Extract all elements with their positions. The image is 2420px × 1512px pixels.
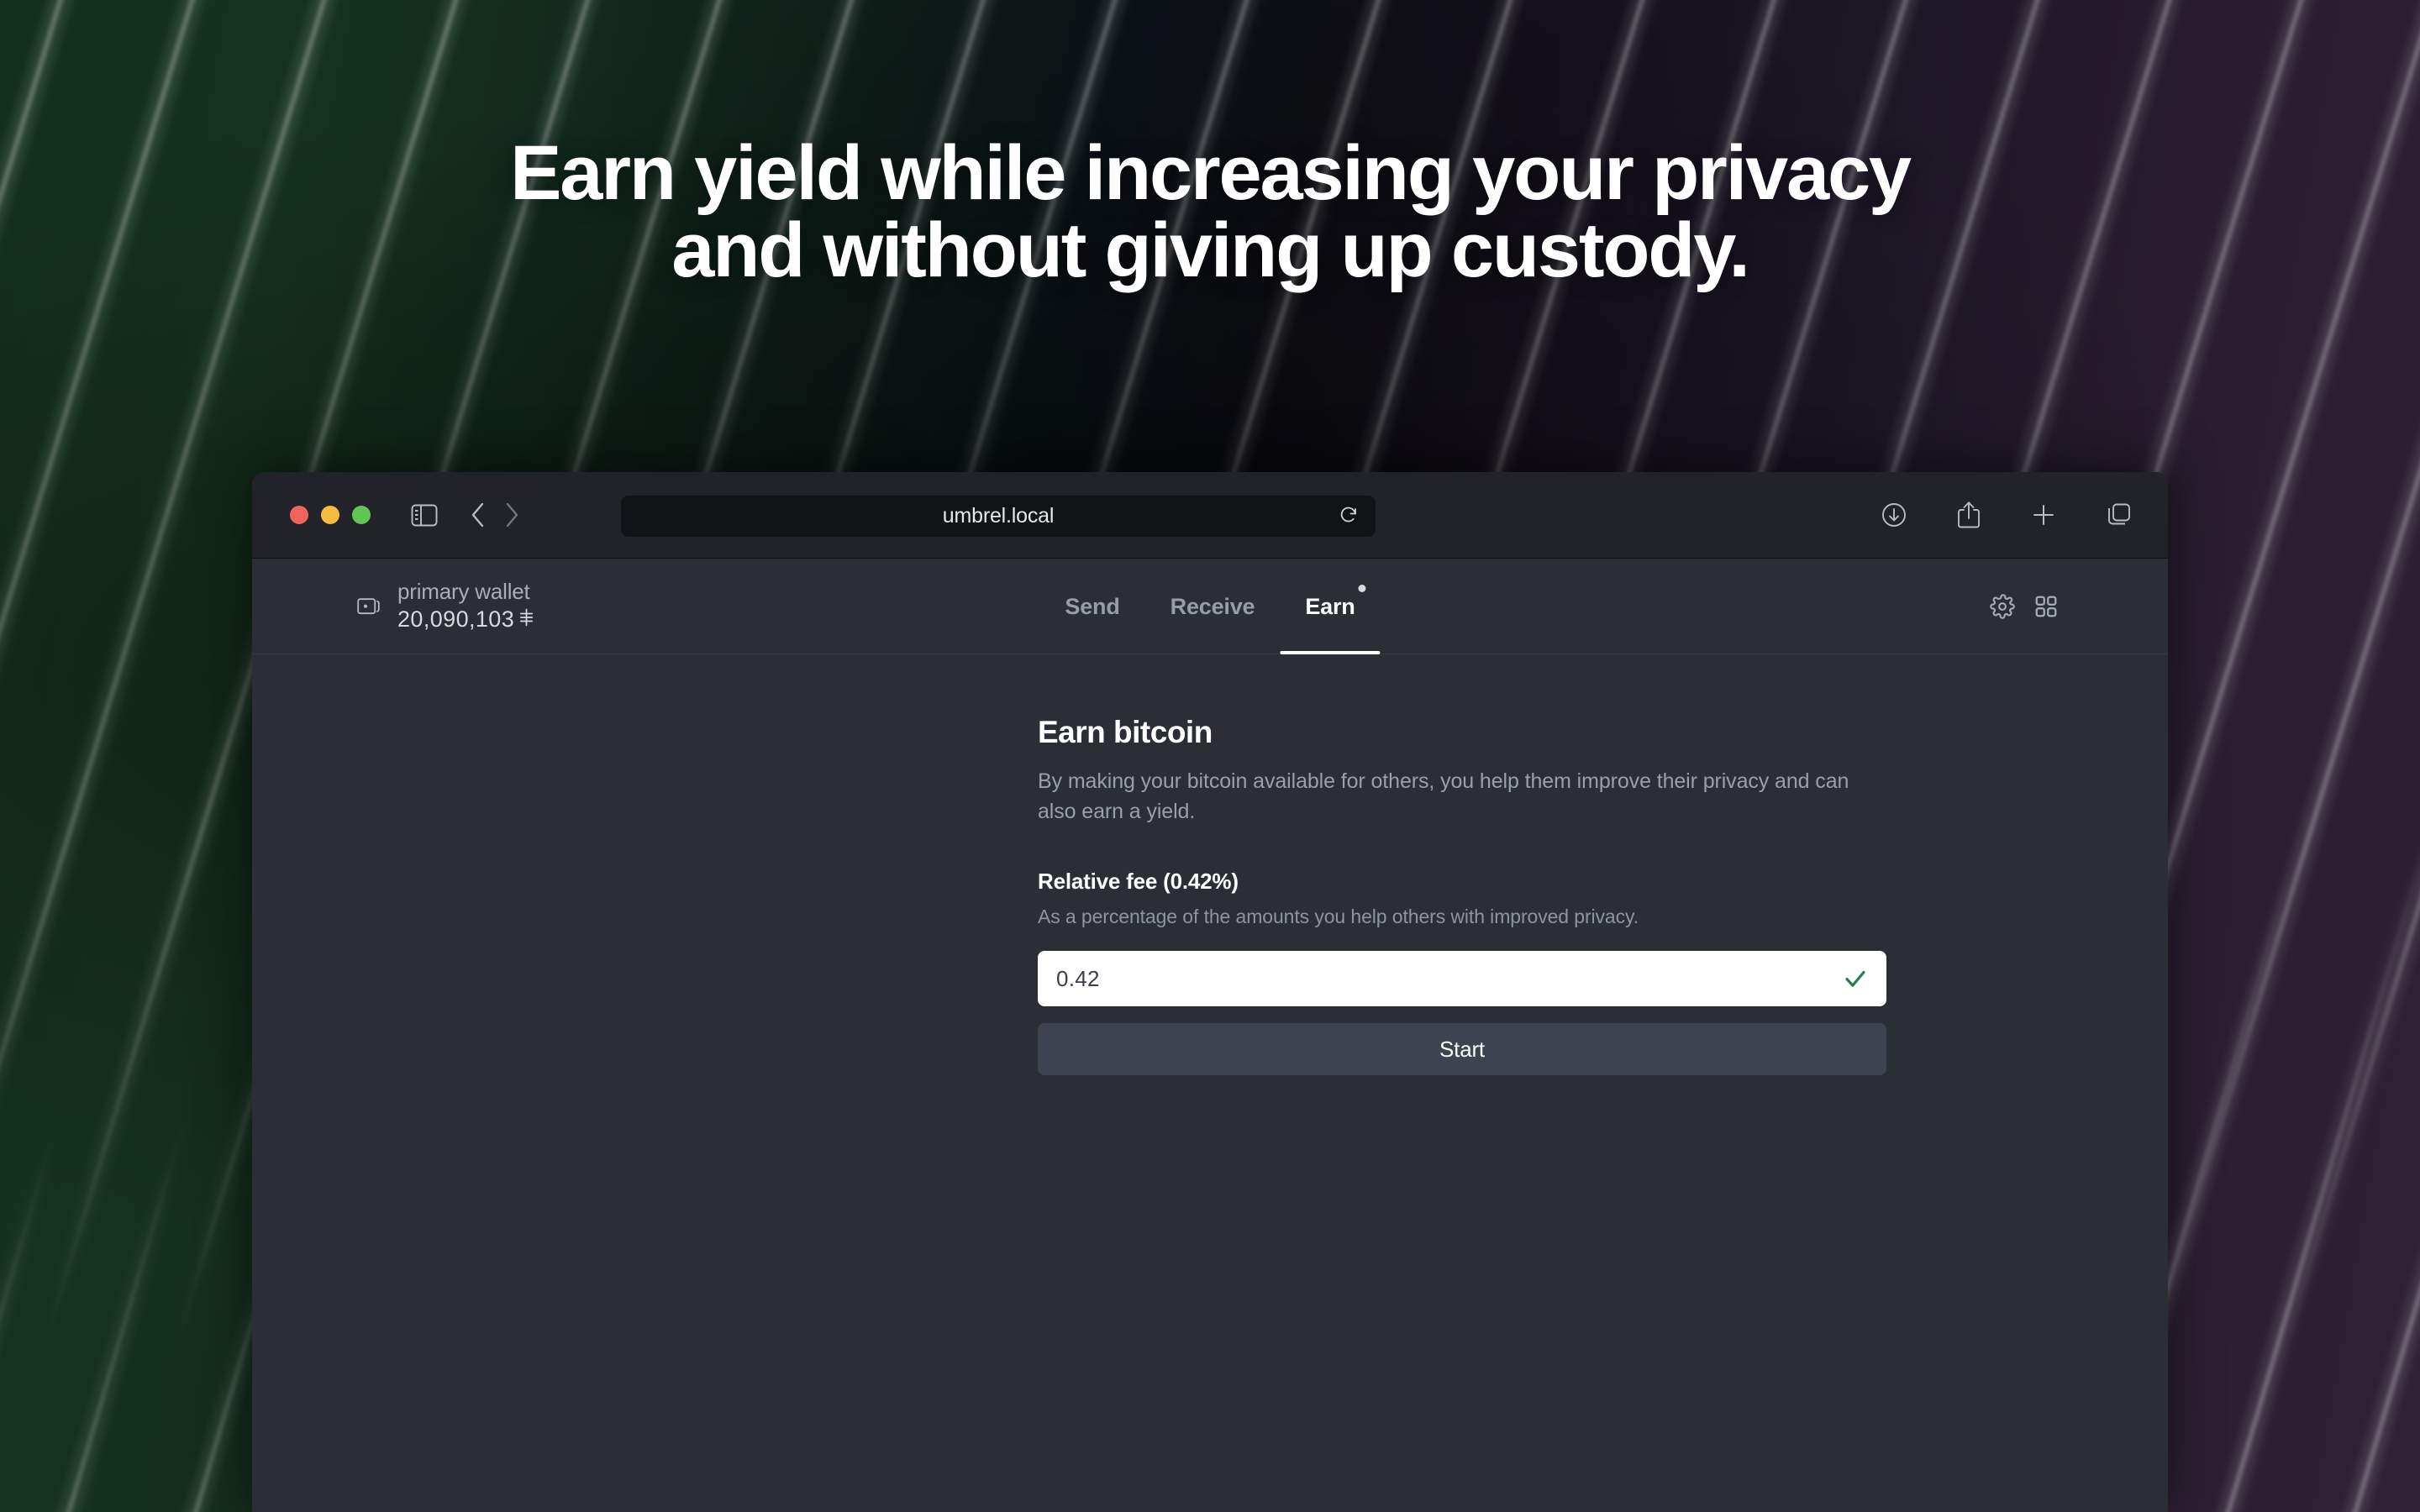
wallet-balance: 20,090,103 [397,606,515,632]
page-title: Earn bitcoin [1038,715,1213,749]
gear-icon[interactable] [1990,593,2015,619]
tab-earn-badge-dot [1358,585,1366,592]
share-icon[interactable] [1956,501,1981,529]
url-text: umbrel.local [942,504,1055,528]
app-header-actions [1990,593,2059,619]
tab-earn-label: Earn [1305,593,1355,619]
relative-fee-field[interactable] [1038,951,1886,1006]
sats-symbol-icon [519,608,534,631]
checkmark-icon [1843,966,1868,991]
tab-overview-icon[interactable] [2106,501,2133,528]
wallet-name: primary wallet [397,579,530,605]
close-button[interactable] [290,506,308,524]
window-controls [290,506,371,524]
web-content: primary wallet 20,090,103 Send Receive E… [252,559,2168,1511]
zoom-button[interactable] [352,506,371,524]
browser-toolbar: umbrel.local [252,472,2168,559]
tab-receive-label: Receive [1170,593,1255,619]
relative-fee-hint: As a percentage of the amounts you help … [1038,906,1639,927]
wallet-balance-row: 20,090,103 [397,606,534,633]
tab-receive[interactable]: Receive [1145,559,1281,654]
browser-window: umbrel.local primary wallet 20,090,103 S… [252,472,2168,1512]
start-button[interactable]: Start [1038,1023,1886,1075]
reload-icon[interactable] [1339,504,1359,528]
page-description: By making your bitcoin available for oth… [1038,769,1849,823]
grid-icon[interactable] [2033,594,2059,619]
wallet-selector[interactable]: primary wallet 20,090,103 [357,579,534,633]
main-content: Earn bitcoin By making your bitcoin avai… [252,654,2168,1075]
wallet-text: primary wallet 20,090,103 [397,579,534,633]
plus-icon[interactable] [2030,501,2057,528]
tab-send-label: Send [1065,593,1120,619]
chevron-right-icon[interactable] [503,501,520,528]
downloads-icon[interactable] [1881,501,1907,528]
sidebar-icon[interactable] [411,504,438,527]
toolbar-actions [1881,501,2133,529]
tab-send[interactable]: Send [1039,559,1144,654]
wallet-icon [357,596,382,617]
chevron-left-icon[interactable] [470,501,487,528]
minimize-button[interactable] [321,506,339,524]
earn-panel: Earn bitcoin By making your bitcoin avai… [1038,715,1886,1075]
app-header: primary wallet 20,090,103 Send Receive E… [252,559,2168,654]
hero-headline: Earn yield while increasing your privacy… [510,130,1912,293]
app-nav-tabs: Send Receive Earn [1039,559,1381,654]
relative-fee-label: Relative fee (0.42%) [1038,869,1239,894]
address-bar[interactable]: umbrel.local [621,496,1376,537]
relative-fee-input[interactable] [1038,951,1886,1006]
tab-earn[interactable]: Earn [1280,559,1381,654]
